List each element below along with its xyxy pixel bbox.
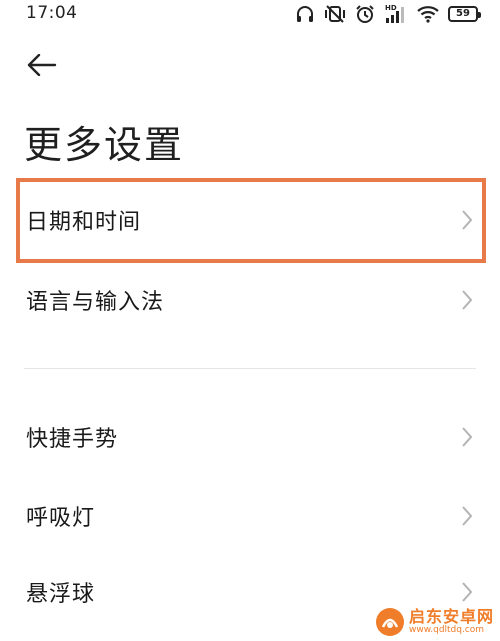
watermark: 启东安卓网 www.qdltdq.com — [375, 607, 494, 637]
settings-item-label: 日期和时间 — [26, 210, 142, 235]
alarm-icon — [355, 4, 375, 24]
wifi-icon — [417, 5, 439, 23]
chevron-right-icon — [460, 289, 474, 311]
hd-label: HD — [385, 4, 397, 12]
settings-item-label: 快捷手势 — [26, 427, 119, 452]
watermark-url: www.qdltdq.com — [408, 624, 485, 635]
back-button[interactable] — [24, 50, 60, 84]
settings-item-shortcut-gestures[interactable]: 快捷手势 — [0, 403, 500, 471]
settings-item-label: 语言与输入法 — [26, 290, 165, 315]
battery-level: 59 — [456, 8, 470, 19]
chevron-right-icon — [460, 581, 474, 603]
watermark-text: 启东安卓网 www.qdltdq.com — [408, 606, 494, 635]
status-icons: HD 59 — [295, 2, 481, 26]
settings-item-language-input[interactable]: 语言与输入法 — [0, 266, 500, 334]
chevron-right-icon — [460, 209, 474, 231]
status-bar: 17:04 HD 59 — [0, 0, 500, 30]
muted-vibrate-icon — [324, 4, 346, 24]
watermark-name: 启东安卓网 — [408, 606, 494, 626]
headphones-icon — [295, 4, 315, 24]
status-time: 17:04 — [26, 3, 78, 23]
signal-icon: HD — [384, 3, 408, 25]
section-divider — [24, 368, 476, 369]
arrow-left-icon — [27, 53, 57, 80]
chevron-right-icon — [460, 505, 474, 527]
chevron-right-icon — [460, 426, 474, 448]
battery-icon: 59 — [448, 6, 481, 22]
page-title: 更多设置 — [24, 123, 185, 167]
settings-item-label: 悬浮球 — [26, 582, 96, 607]
settings-item-breathing-light[interactable]: 呼吸灯 — [0, 482, 500, 550]
settings-item-label: 呼吸灯 — [26, 506, 96, 531]
settings-item-date-time[interactable]: 日期和时间 — [0, 186, 500, 254]
watermark-logo-icon — [375, 607, 405, 637]
